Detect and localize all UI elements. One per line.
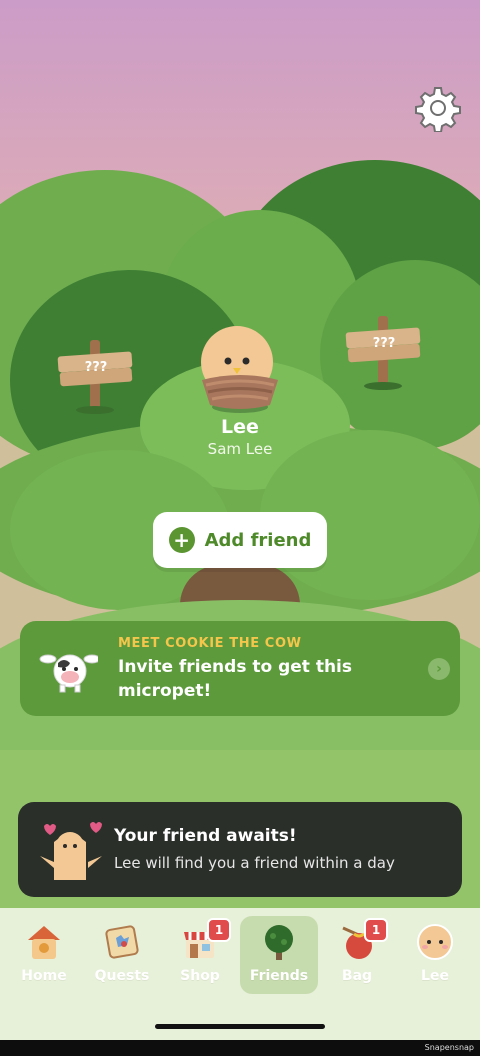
house-icon bbox=[28, 926, 60, 959]
sign-label: ??? bbox=[372, 336, 396, 351]
bottom-strip bbox=[0, 1040, 480, 1056]
pet-with-hearts-icon bbox=[40, 822, 102, 880]
pet-in-nest-image[interactable] bbox=[200, 325, 280, 415]
tab-shop[interactable]: 1 Shop bbox=[161, 916, 239, 994]
tab-label: Lee bbox=[421, 968, 449, 984]
await-subtitle: Lee will find you a friend within a day bbox=[114, 854, 395, 872]
pet-owner-name: Sam Lee bbox=[207, 440, 273, 458]
tab-label: Bag bbox=[341, 968, 373, 984]
add-friend-label: Add friend bbox=[204, 529, 312, 551]
invite-title: Invite friends to get this micropet! bbox=[118, 657, 352, 701]
watermark: Snapensnap bbox=[424, 1043, 474, 1052]
tab-friends[interactable]: Friends bbox=[240, 916, 318, 994]
bag-notification-badge: 1 bbox=[364, 918, 388, 942]
tab-bag[interactable]: 1 Bag bbox=[318, 916, 396, 994]
sign-label: ??? bbox=[84, 360, 108, 375]
await-title: Your friend awaits! bbox=[114, 826, 297, 846]
pet-name: Lee bbox=[221, 416, 259, 438]
tab-label: Home bbox=[21, 968, 67, 984]
quest-map-icon bbox=[105, 925, 139, 959]
settings-gear-icon[interactable] bbox=[414, 84, 462, 132]
tab-label: Shop bbox=[180, 968, 220, 984]
friends-scene: ??? ??? Lee Sam Lee + Add friend MEET CO… bbox=[0, 0, 480, 1040]
cow-micropet-icon bbox=[39, 654, 98, 693]
add-friend-button[interactable]: + Add friend bbox=[153, 512, 327, 568]
plus-icon: + bbox=[168, 527, 195, 553]
pet-face-icon bbox=[417, 924, 453, 960]
bottom-tab-bar: Home Quests 1 Shop Friends 1 Bag Lee bbox=[0, 908, 480, 1040]
tree-icon bbox=[265, 925, 293, 960]
tab-quests[interactable]: Quests bbox=[83, 916, 161, 994]
invite-friends-card[interactable]: MEET COOKIE THE COW Invite friends to ge… bbox=[20, 621, 460, 716]
friend-awaits-card: Your friend awaits! Lee will find you a … bbox=[18, 802, 462, 897]
shop-notification-badge: 1 bbox=[207, 918, 231, 942]
mystery-sign-left: ??? bbox=[57, 340, 134, 415]
tab-label: Friends bbox=[249, 968, 309, 984]
home-indicator[interactable] bbox=[155, 1024, 325, 1029]
invite-kicker: MEET COOKIE THE COW bbox=[118, 636, 302, 651]
chevron-right-icon: › bbox=[428, 658, 450, 680]
mystery-sign-right: ??? bbox=[345, 316, 422, 391]
tab-label: Quests bbox=[94, 968, 150, 984]
tab-pet-profile[interactable]: Lee bbox=[396, 916, 474, 994]
tab-home[interactable]: Home bbox=[5, 916, 83, 994]
